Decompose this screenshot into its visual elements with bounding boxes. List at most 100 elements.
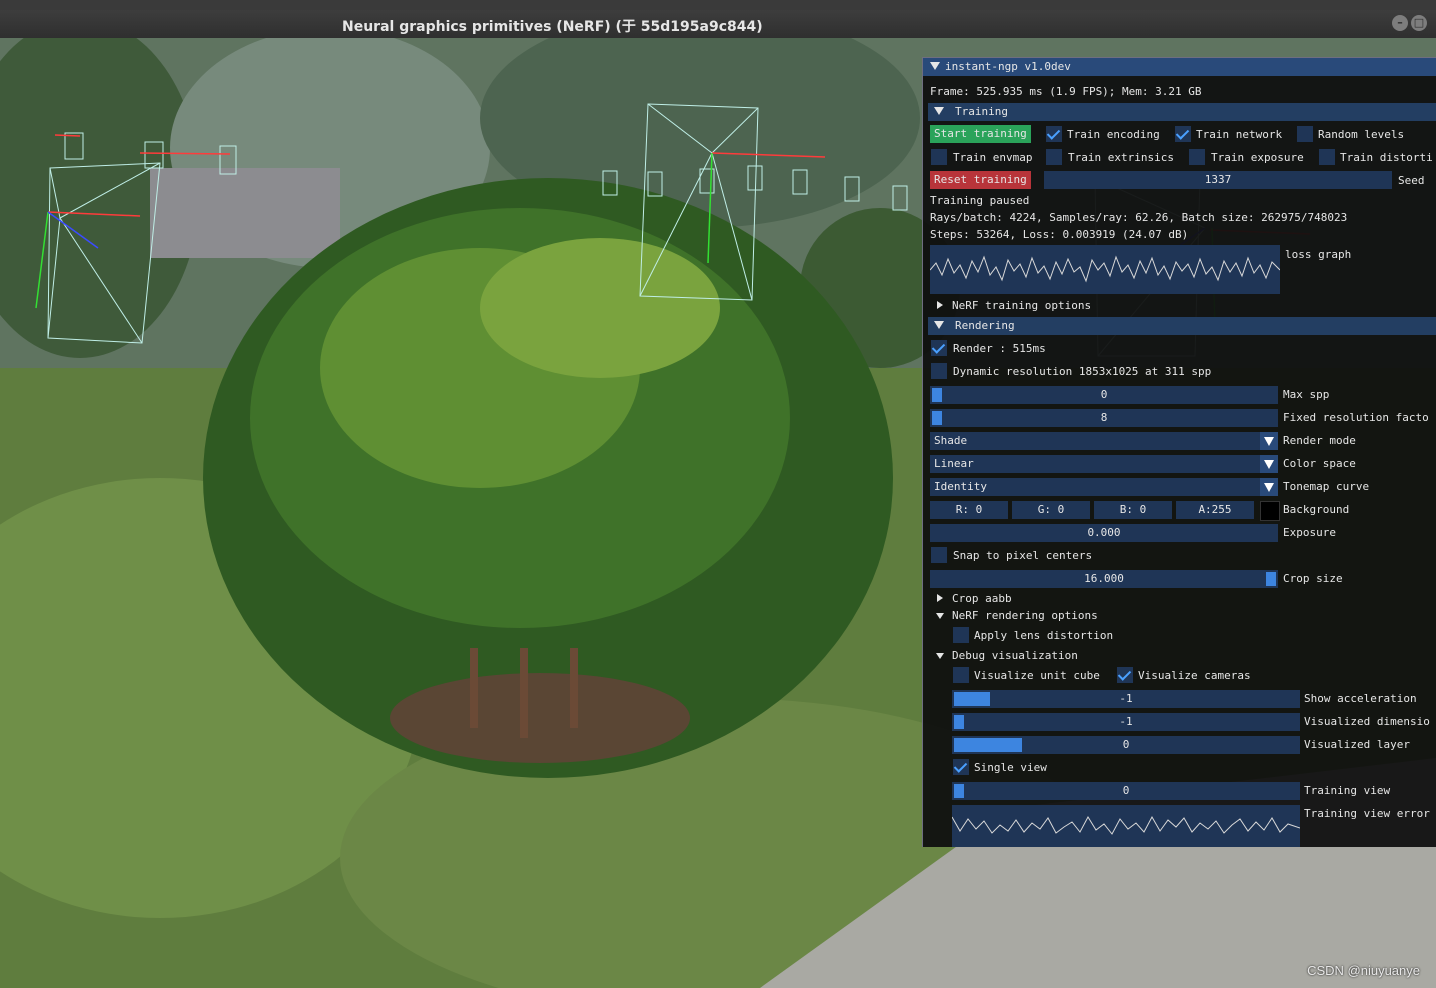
rendering-header-label: Rendering xyxy=(955,319,1015,332)
background-r-value: R: 0 xyxy=(955,503,983,516)
render-checkbox[interactable] xyxy=(931,340,947,356)
start-training-button[interactable]: Start training xyxy=(930,125,1031,143)
train-encoding-label: Train encoding xyxy=(1067,128,1160,141)
render-label: Render : 515ms xyxy=(953,342,1046,355)
fixed-resolution-value: 8 xyxy=(1100,411,1108,424)
single-view-label: Single view xyxy=(974,761,1047,774)
show-acceleration-label: Show acceleration xyxy=(1304,692,1417,705)
tonemap-combo[interactable]: Identity xyxy=(930,478,1278,496)
show-acceleration-value: -1 xyxy=(1119,692,1133,705)
fixed-resolution-slider[interactable]: 8 xyxy=(930,409,1278,427)
system-top-bar xyxy=(0,0,1436,10)
collapse-icon[interactable] xyxy=(930,60,940,74)
background-b-value: B: 0 xyxy=(1119,503,1147,516)
loss-graph-line xyxy=(929,255,1281,283)
minimize-icon[interactable]: – xyxy=(1392,15,1408,31)
exposure-label: Exposure xyxy=(1283,526,1336,539)
snap-pixel-checkbox[interactable] xyxy=(931,547,947,563)
snap-pixel-label: Snap to pixel centers xyxy=(953,549,1093,562)
window-titlebar: Neural graphics primitives (NeRF) (于 55d… xyxy=(0,10,1436,38)
chevron-down-icon[interactable] xyxy=(1260,432,1278,450)
exposure-value: 0.000 xyxy=(1087,526,1121,539)
train-distortion-label: Train distorti xyxy=(1340,151,1433,164)
color-space-combo[interactable]: Linear xyxy=(930,455,1278,473)
training-view-error-line xyxy=(951,815,1301,835)
crop-aabb-label[interactable]: Crop aabb xyxy=(952,592,1012,606)
visualize-cameras-label: Visualize cameras xyxy=(1138,669,1251,682)
loss-graph xyxy=(929,245,1281,294)
nerf-rendering-options-label[interactable]: NeRF rendering options xyxy=(952,609,1098,623)
nerf-training-options-label[interactable]: NeRF training options xyxy=(952,299,1091,313)
single-view-checkbox[interactable] xyxy=(953,759,969,775)
reset-training-button[interactable]: Reset training xyxy=(930,171,1031,189)
maximize-icon[interactable]: □ xyxy=(1411,15,1427,31)
chevron-down-icon[interactable] xyxy=(1260,478,1278,496)
training-status: Training paused xyxy=(930,194,1030,207)
visualize-unit-cube-checkbox[interactable] xyxy=(953,667,969,683)
visualized-dimension-value: -1 xyxy=(1119,715,1133,728)
training-view-value: 0 xyxy=(1122,784,1130,797)
seed-input[interactable]: 1337 xyxy=(1044,171,1392,189)
train-extrinsics-checkbox[interactable] xyxy=(1046,149,1062,165)
debug-visualization-label[interactable]: Debug visualization xyxy=(952,649,1078,663)
seed-label: Seed xyxy=(1398,174,1425,187)
visualized-dimension-label: Visualized dimensio xyxy=(1304,715,1430,728)
instant-ngp-panel: instant-ngp v1.0dev Frame: 525.935 ms (1… xyxy=(922,57,1436,847)
visualized-layer-slider[interactable]: 0 xyxy=(952,736,1300,754)
rendering-header[interactable]: Rendering xyxy=(928,317,1436,335)
panel-title: instant-ngp v1.0dev xyxy=(945,60,1071,73)
crop-size-label: Crop size xyxy=(1283,572,1343,585)
train-distortion-checkbox[interactable] xyxy=(1319,149,1335,165)
chevron-down-icon[interactable] xyxy=(1260,455,1278,473)
render-mode-value: Shade xyxy=(934,434,968,447)
background-color-swatch[interactable] xyxy=(1260,501,1280,521)
train-encoding-checkbox[interactable] xyxy=(1046,126,1062,142)
background-label: Background xyxy=(1283,503,1350,516)
train-exposure-checkbox[interactable] xyxy=(1189,149,1205,165)
expand-icon xyxy=(934,319,944,333)
apply-lens-checkbox[interactable] xyxy=(953,627,969,643)
window-title: Neural graphics primitives (NeRF) (于 55d… xyxy=(342,19,763,35)
color-space-label: Color space xyxy=(1283,457,1356,470)
training-header[interactable]: Training xyxy=(928,103,1436,121)
show-acceleration-slider[interactable]: -1 xyxy=(952,690,1300,708)
max-spp-slider[interactable]: 0 xyxy=(930,386,1278,404)
apply-lens-label: Apply lens distortion xyxy=(974,629,1114,642)
background-g-input[interactable]: G: 0 xyxy=(1012,501,1090,519)
crop-size-slider[interactable]: 16.000 xyxy=(930,570,1278,588)
tonemap-label: Tonemap curve xyxy=(1283,480,1370,493)
random-levels-label: Random levels xyxy=(1318,128,1405,141)
nerf-training-options-toggle[interactable] xyxy=(937,299,943,313)
random-levels-checkbox[interactable] xyxy=(1297,126,1313,142)
panel-titlebar[interactable]: instant-ngp v1.0dev xyxy=(923,58,1436,76)
training-view-error-label: Training view error xyxy=(1304,807,1430,820)
frame-info: Frame: 525.935 ms (1.9 FPS); Mem: 3.21 G… xyxy=(930,85,1202,98)
render-mode-combo[interactable]: Shade xyxy=(930,432,1278,450)
tonemap-value: Identity xyxy=(934,480,987,493)
visualized-dimension-slider[interactable]: -1 xyxy=(952,713,1300,731)
background-r-input[interactable]: R: 0 xyxy=(930,501,1008,519)
background-a-input[interactable]: A:255 xyxy=(1176,501,1254,519)
train-envmap-label: Train envmap xyxy=(953,151,1033,164)
background-a-value: A:255 xyxy=(1198,503,1232,516)
max-spp-label: Max spp xyxy=(1283,388,1330,401)
render-mode-label: Render mode xyxy=(1283,434,1356,447)
train-envmap-checkbox[interactable] xyxy=(931,149,947,165)
visualize-unit-cube-label: Visualize unit cube xyxy=(974,669,1100,682)
exposure-input[interactable]: 0.000 xyxy=(930,524,1278,542)
background-b-input[interactable]: B: 0 xyxy=(1094,501,1172,519)
training-header-label: Training xyxy=(955,105,1008,118)
training-view-slider[interactable]: 0 xyxy=(952,782,1300,800)
crop-aabb-toggle[interactable] xyxy=(937,592,943,606)
train-network-checkbox[interactable] xyxy=(1175,126,1191,142)
nerf-rendering-options-toggle[interactable] xyxy=(936,609,944,623)
crop-size-value: 16.000 xyxy=(1084,572,1124,585)
visualized-layer-label: Visualized layer xyxy=(1304,738,1410,751)
debug-visualization-toggle[interactable] xyxy=(936,649,944,663)
rays-batch-info: Rays/batch: 4224, Samples/ray: 62.26, Ba… xyxy=(930,211,1348,224)
seed-value: 1337 xyxy=(1204,173,1232,186)
visualized-layer-value: 0 xyxy=(1122,738,1130,751)
dynamic-resolution-checkbox[interactable] xyxy=(931,363,947,379)
visualize-cameras-checkbox[interactable] xyxy=(1117,667,1133,683)
dynamic-resolution-label: Dynamic resolution 1853x1025 at 311 spp xyxy=(953,365,1212,378)
